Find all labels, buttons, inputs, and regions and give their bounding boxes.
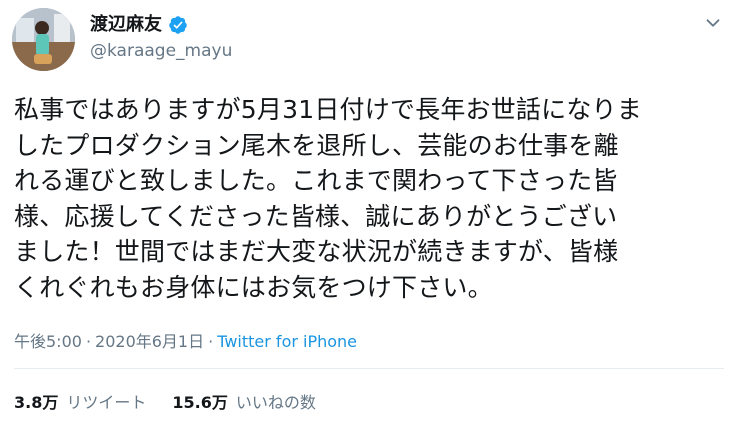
retweets-stat[interactable]: 3.8万 リツイート bbox=[14, 392, 146, 414]
tweet-text-line: ました！世間ではまだ大変な状況が続きますが、皆様 bbox=[14, 237, 619, 266]
tweet-stats: 3.8万 リツイート 15.6万 いいねの数 bbox=[14, 392, 316, 414]
avatar-image bbox=[12, 8, 75, 71]
tweet-card: 渡辺麻友 @karaage_mayu 私事ではありますが5月31日付けで長年お世… bbox=[0, 0, 738, 431]
likes-count: 15.6万 bbox=[172, 393, 228, 412]
tweet-text-line: 私事ではありますが5月31日付けで長年お世話になりま bbox=[14, 95, 642, 124]
retweets-label: リツイート bbox=[66, 393, 147, 412]
tweet-text-line: したプロダクション尾木を退所し、芸能のお仕事を離 bbox=[14, 130, 619, 160]
avatar[interactable] bbox=[12, 8, 75, 71]
display-name[interactable]: 渡辺麻友 bbox=[90, 14, 162, 36]
tweet-text-line: くれぐれもお身体にはお気をつけ下さい。 bbox=[14, 272, 493, 302]
username[interactable]: @karaage_mayu bbox=[90, 40, 610, 62]
retweets-count: 3.8万 bbox=[14, 393, 59, 412]
tweet-text-line: れる運びと致しました。これまで関わって下さった皆 bbox=[14, 166, 618, 195]
tweet-date[interactable]: 2020年6月1日 bbox=[95, 331, 204, 353]
meta-separator: · bbox=[208, 332, 214, 351]
tweet-source-link[interactable]: Twitter for iPhone bbox=[217, 331, 357, 353]
author-block: 渡辺麻友 @karaage_mayu bbox=[90, 14, 610, 62]
display-name-row: 渡辺麻友 bbox=[90, 14, 610, 36]
tweet-meta: 午後5:00 · 2020年6月1日 · Twitter for iPhone bbox=[14, 331, 357, 353]
likes-stat[interactable]: 15.6万 いいねの数 bbox=[172, 392, 316, 414]
tweet-text-line: 様、応援してくださった皆様、誠にありがとうござい bbox=[14, 201, 618, 231]
chevron-down-icon[interactable] bbox=[702, 12, 724, 34]
tweet-text: 私事ではありますが5月31日付けで長年お世話になりま したプロダクション尾木を退… bbox=[14, 92, 724, 305]
tweet-time[interactable]: 午後5:00 bbox=[14, 331, 82, 353]
verified-badge-icon bbox=[168, 15, 188, 35]
meta-separator: · bbox=[85, 332, 92, 351]
likes-label: いいねの数 bbox=[235, 393, 316, 412]
divider bbox=[14, 368, 724, 369]
